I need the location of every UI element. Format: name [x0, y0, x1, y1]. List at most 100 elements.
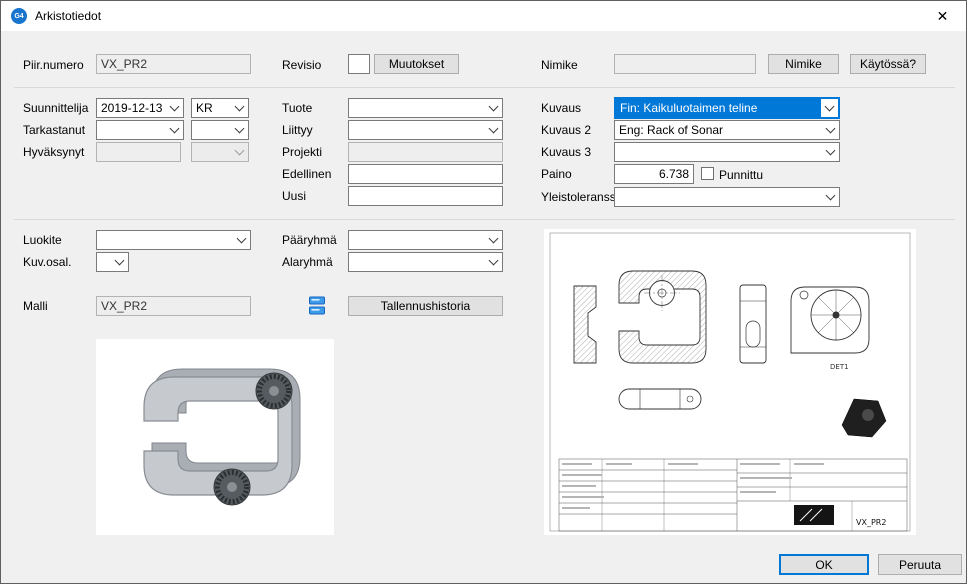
chevron-down-icon [231, 143, 248, 161]
ok-button[interactable]: OK [779, 554, 869, 575]
paaryhma-label: Pääryhmä [282, 233, 337, 247]
projekti-field [348, 142, 503, 162]
chevron-down-icon[interactable] [485, 121, 502, 139]
alaryhma-value [349, 253, 485, 271]
kuvaus2-label: Kuvaus 2 [541, 123, 591, 137]
drawing-thumbnail: DET1 [544, 229, 916, 535]
luokite-label: Luokite [23, 233, 62, 247]
paaryhma-value [349, 231, 485, 249]
kuvaus-combo[interactable]: Fin: Kaikuluotaimen teline [614, 97, 840, 119]
punnittu-checkbox[interactable] [701, 167, 714, 180]
tarkastanut-initials-value [192, 121, 231, 139]
alaryhma-label: Alaryhmä [282, 255, 333, 269]
detail-view: DET1 [791, 287, 869, 371]
separator [14, 87, 955, 88]
suunnittelija-initials-value: KR [192, 99, 231, 117]
chevron-down-icon[interactable] [166, 121, 183, 139]
suunnittelija-date-combo[interactable]: 2019-12-13 [96, 98, 184, 118]
yleistoleranssi-label: Yleistoleranssi [541, 190, 618, 204]
tuote-combo[interactable] [348, 98, 503, 118]
hyvaksynyt-label: Hyväksynyt [23, 145, 84, 159]
side-view [740, 285, 766, 363]
suunnittelija-initials-combo[interactable]: KR [191, 98, 249, 118]
drawing-part-number: VX_PR2 [856, 518, 886, 527]
kuvaus2-value: Eng: Rack of Sonar [615, 121, 822, 139]
yleistoleranssi-combo[interactable] [614, 187, 840, 207]
tallennushistoria-button[interactable]: Tallennushistoria [348, 296, 503, 316]
kuvaus3-combo[interactable] [614, 142, 840, 162]
detail-label: DET1 [830, 363, 849, 371]
liittyy-combo[interactable] [348, 120, 503, 140]
chevron-down-icon[interactable] [822, 121, 839, 139]
piirnumero-field[interactable]: VX_PR2 [96, 54, 251, 74]
kuvaus2-combo[interactable]: Eng: Rack of Sonar [614, 120, 840, 140]
chevron-down-icon[interactable] [822, 143, 839, 161]
nimike-label: Nimike [541, 58, 578, 72]
kuvaus3-value [615, 143, 822, 161]
model-3d-thumbnail [96, 339, 334, 535]
alaryhma-combo[interactable] [348, 252, 503, 272]
chevron-down-icon[interactable] [821, 99, 838, 117]
hyvaksynyt-date-field [96, 142, 181, 162]
titlebar: G4 Arkistotiedot ✕ [1, 1, 966, 31]
malli-field[interactable]: VX_PR2 [96, 296, 251, 316]
kuvosal-value [97, 253, 111, 271]
revisio-field[interactable] [348, 54, 370, 74]
chevron-down-icon[interactable] [485, 253, 502, 271]
kuvosal-label: Kuv.osal. [23, 255, 71, 269]
chevron-down-icon[interactable] [111, 253, 128, 271]
kuvaus3-label: Kuvaus 3 [541, 145, 591, 159]
tarkastanut-date-value [97, 121, 166, 139]
liittyy-value [349, 121, 485, 139]
nimike-button[interactable]: Nimike [768, 54, 839, 74]
uusi-field[interactable] [348, 186, 503, 206]
kaytossa-button[interactable]: Käytössä? [850, 54, 926, 74]
uusi-label: Uusi [282, 189, 306, 203]
window-title: Arkistotiedot [35, 9, 101, 23]
paaryhma-combo[interactable] [348, 230, 503, 250]
liittyy-label: Liittyy [282, 123, 313, 137]
muutokset-button[interactable]: Muutokset [374, 54, 459, 74]
title-block: VX_PR2 [559, 459, 907, 531]
suunnittelija-date-value: 2019-12-13 [97, 99, 166, 117]
suunnittelija-label: Suunnittelija [23, 101, 88, 115]
cancel-button[interactable]: Peruuta [878, 554, 962, 575]
database-icon[interactable] [308, 295, 326, 320]
tarkastanut-initials-combo[interactable] [191, 120, 249, 140]
chevron-down-icon[interactable] [231, 99, 248, 117]
revisio-label: Revisio [282, 58, 321, 72]
kuvaus-value: Fin: Kaikuluotaimen teline [616, 99, 821, 117]
projekti-label: Projekti [282, 145, 322, 159]
chevron-down-icon[interactable] [485, 99, 502, 117]
kuvosal-combo[interactable] [96, 252, 129, 272]
chevron-down-icon[interactable] [485, 231, 502, 249]
piirnumero-label: Piir.numero [23, 58, 84, 72]
close-icon[interactable]: ✕ [920, 2, 965, 30]
arkistotiedot-dialog: G4 Arkistotiedot ✕ Piir.numero VX_PR2 Re… [0, 0, 967, 584]
drawing-graphic: DET1 [544, 229, 916, 535]
luokite-combo[interactable] [96, 230, 251, 250]
main-view [619, 271, 706, 363]
edellinen-field[interactable] [348, 164, 503, 184]
paino-field[interactable]: 6.738 [614, 164, 694, 184]
tuote-label: Tuote [282, 101, 312, 115]
yleistoleranssi-value [615, 188, 822, 206]
chevron-down-icon[interactable] [231, 121, 248, 139]
isometric-view [842, 399, 886, 437]
punnittu-label: Punnittu [719, 168, 763, 182]
chevron-down-icon[interactable] [233, 231, 250, 249]
chevron-down-icon[interactable] [166, 99, 183, 117]
model-3d-graphic [96, 339, 334, 535]
separator [14, 219, 955, 220]
malli-label: Malli [23, 299, 48, 313]
chevron-down-icon[interactable] [822, 188, 839, 206]
app-icon: G4 [11, 8, 27, 24]
edellinen-label: Edellinen [282, 167, 331, 181]
hyvaksynyt-initials-combo [191, 142, 249, 162]
nimike-field[interactable] [614, 54, 756, 74]
hyvaksynyt-initials-value [192, 143, 231, 161]
tuote-value [349, 99, 485, 117]
paino-label: Paino [541, 167, 572, 181]
tarkastanut-date-combo[interactable] [96, 120, 184, 140]
bottom-view [619, 389, 701, 409]
